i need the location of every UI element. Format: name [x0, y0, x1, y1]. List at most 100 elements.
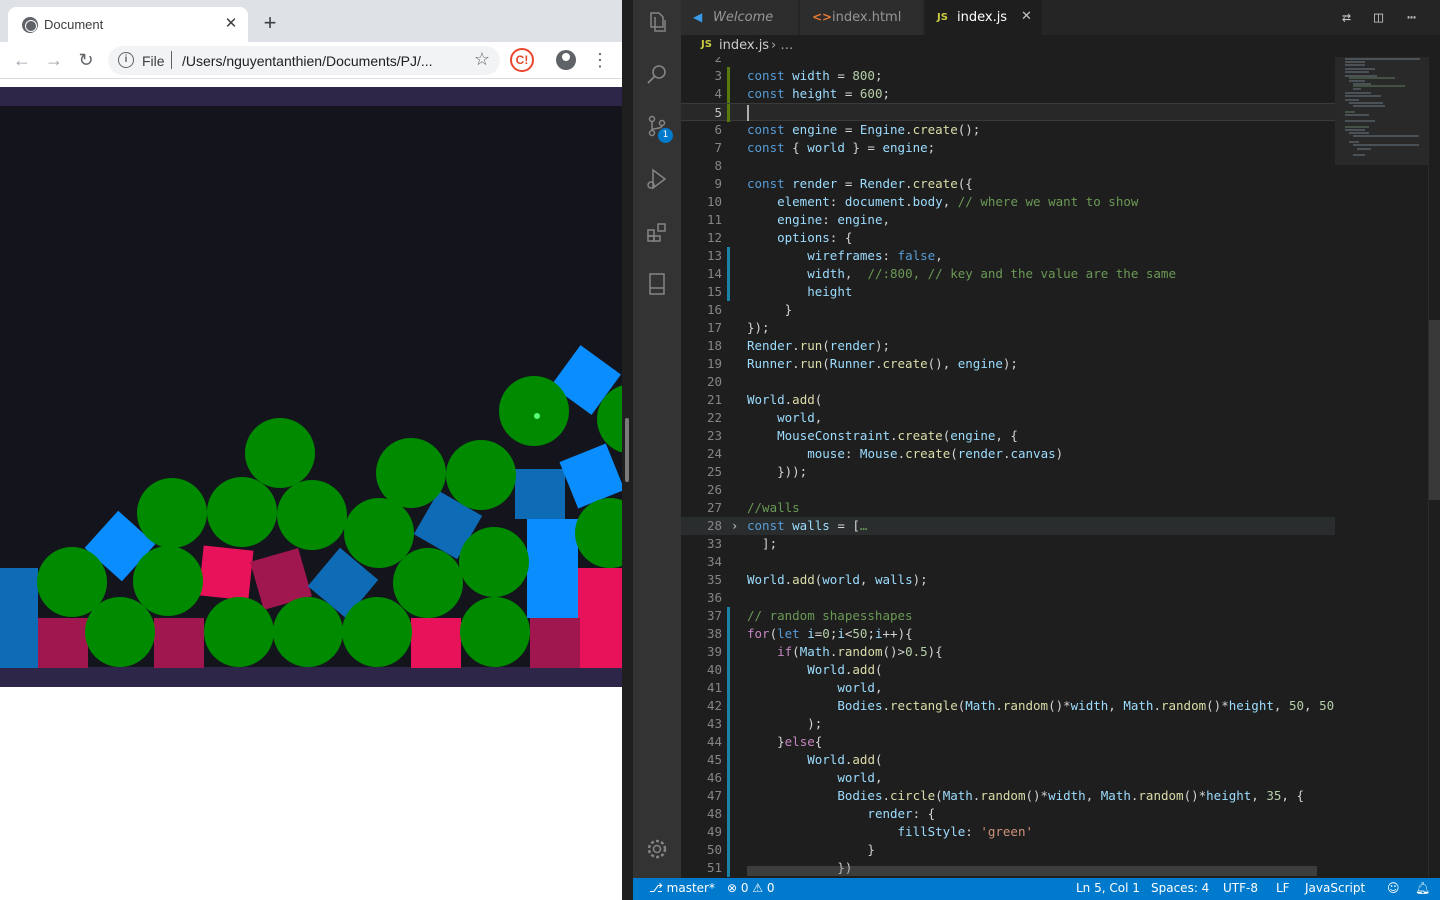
code-line[interactable]: 21 World.add(	[681, 391, 1335, 409]
code-line[interactable]: 25 }));	[681, 463, 1335, 481]
address-bar[interactable]: i File /Users/nguyentanthien/Documents/P…	[108, 46, 500, 75]
git-change-marker[interactable]	[727, 625, 730, 643]
code-line[interactable]: 22 world,	[681, 409, 1335, 427]
tab-index-html[interactable]: <> index.html	[800, 0, 924, 35]
language-mode[interactable]: JavaScript	[1305, 881, 1365, 895]
splitter-grip[interactable]	[625, 418, 629, 482]
git-change-marker[interactable]	[727, 643, 730, 661]
encoding-status[interactable]: UTF-8	[1223, 881, 1258, 895]
more-actions-icon[interactable]: ⋯	[1407, 8, 1416, 26]
code-line[interactable]: 42 Bodies.rectangle(Math.random()*width,…	[681, 697, 1335, 715]
code-line[interactable]: 15 height	[681, 283, 1335, 301]
code-line[interactable]: 38 for(let i=0;i<50;i++){	[681, 625, 1335, 643]
code-line[interactable]: 16 }	[681, 301, 1335, 319]
git-change-marker[interactable]	[727, 823, 730, 841]
code-line[interactable]: 17});	[681, 319, 1335, 337]
code-line[interactable]: 41 world,	[681, 679, 1335, 697]
remote-explorer-icon[interactable]	[645, 272, 669, 296]
code-line[interactable]: 20	[681, 373, 1335, 391]
info-icon[interactable]: i	[118, 52, 134, 68]
extension-icon[interactable]: C!	[510, 48, 534, 72]
scrollbar-thumb[interactable]	[1429, 320, 1440, 500]
feedback-icon[interactable]: ☺	[1387, 881, 1400, 895]
code-line[interactable]: 5	[681, 103, 1335, 122]
git-change-marker[interactable]	[727, 787, 730, 805]
code-line[interactable]: 9 const render = Render.create({	[681, 175, 1335, 193]
run-debug-icon[interactable]	[645, 167, 669, 191]
fold-chevron-icon[interactable]: ›	[731, 517, 738, 535]
code-line[interactable]: 10 element: document.body, // where we w…	[681, 193, 1335, 211]
git-change-marker[interactable]	[727, 715, 730, 733]
problems-status[interactable]: ⊗ 0 ⚠ 0	[727, 881, 775, 895]
new-tab-button[interactable]: +	[258, 12, 282, 36]
code-line[interactable]: 34	[681, 553, 1335, 571]
url-text[interactable]: /Users/nguyentanthien/Documents/PJ/...	[182, 53, 433, 69]
forward-arrow-icon[interactable]: →	[42, 48, 66, 72]
code-line[interactable]: 49 fillStyle: 'green'	[681, 823, 1335, 841]
code-line[interactable]: 23 MouseConstraint.create(engine, {	[681, 427, 1335, 445]
compare-changes-icon[interactable]: ⇄	[1342, 8, 1351, 26]
code-line[interactable]: 50 }	[681, 841, 1335, 859]
git-change-marker[interactable]	[727, 283, 730, 301]
horizontal-scrollbar[interactable]	[747, 866, 1317, 876]
code-line[interactable]: 37 // random shapesshapes	[681, 607, 1335, 625]
code-line[interactable]: 48 render: {	[681, 805, 1335, 823]
minimap[interactable]	[1335, 57, 1428, 878]
code-line[interactable]: 28 › const walls = […	[681, 517, 1335, 535]
git-change-marker[interactable]	[727, 805, 730, 823]
code-line[interactable]: 4 const height = 600;	[681, 85, 1335, 103]
branch-status[interactable]: ⎇ master*	[649, 881, 715, 895]
git-change-marker[interactable]	[727, 265, 730, 283]
breadcrumb-symbol[interactable]: › …	[771, 38, 793, 53]
code-line[interactable]: 8	[681, 157, 1335, 175]
code-line[interactable]: 36	[681, 589, 1335, 607]
vertical-scrollbar[interactable]	[1428, 57, 1440, 878]
code-line[interactable]: 47 Bodies.circle(Math.random()*width, Ma…	[681, 787, 1335, 805]
git-change-marker[interactable]	[727, 104, 730, 122]
code-line[interactable]: 44 }else{	[681, 733, 1335, 751]
git-change-marker[interactable]	[727, 607, 730, 625]
search-icon[interactable]	[645, 62, 669, 86]
code-line[interactable]: 35 World.add(world, walls);	[681, 571, 1335, 589]
code-line[interactable]: 13 wireframes: false,	[681, 247, 1335, 265]
git-change-marker[interactable]	[727, 769, 730, 787]
tab-welcome[interactable]: ◀ Welcome	[681, 0, 799, 35]
cursor-position[interactable]: Ln 5, Col 1	[1076, 881, 1140, 895]
code-line[interactable]: 11 engine: engine,	[681, 211, 1335, 229]
git-change-marker[interactable]	[727, 85, 730, 103]
breadcrumb-file[interactable]: index.js	[719, 38, 769, 53]
code-line[interactable]: 18 Render.run(render);	[681, 337, 1335, 355]
profile-avatar-icon[interactable]	[556, 50, 576, 70]
window-splitter[interactable]	[622, 0, 633, 900]
reload-icon[interactable]: ↻	[74, 48, 98, 72]
code-line[interactable]: 7 const { world } = engine;	[681, 139, 1335, 157]
code-line[interactable]: 14 width, //:800, // key and the value a…	[681, 265, 1335, 283]
bookmark-star-icon[interactable]: ☆	[474, 49, 490, 70]
physics-scene[interactable]	[0, 87, 622, 687]
code-line[interactable]: 3 const width = 800;	[681, 67, 1335, 85]
extensions-icon[interactable]	[645, 220, 669, 244]
gear-icon[interactable]	[645, 837, 669, 861]
matter-canvas[interactable]	[0, 87, 622, 687]
code-line[interactable]: 45 World.add(	[681, 751, 1335, 769]
browser-tab[interactable]: Document ✕	[8, 7, 248, 42]
git-change-marker[interactable]	[727, 697, 730, 715]
split-editor-icon[interactable]: ◫	[1374, 8, 1383, 26]
code-line[interactable]: 40 World.add(	[681, 661, 1335, 679]
explorer-icon[interactable]	[645, 10, 669, 34]
browser-menu-icon[interactable]: ⋮	[590, 48, 610, 72]
close-icon[interactable]: ✕	[1021, 9, 1032, 24]
code-line[interactable]: 26	[681, 481, 1335, 499]
eol-status[interactable]: LF	[1276, 881, 1290, 895]
code-line[interactable]: 33 ];	[681, 535, 1335, 553]
code-line[interactable]: 6 const engine = Engine.create();	[681, 121, 1335, 139]
git-change-marker[interactable]	[727, 679, 730, 697]
git-change-marker[interactable]	[727, 247, 730, 265]
code-editor[interactable]: 2 3 const width = 800; 4 const height = 600;…	[681, 57, 1335, 878]
code-line[interactable]: 39 if(Math.random()>0.5){	[681, 643, 1335, 661]
git-change-marker[interactable]	[727, 751, 730, 769]
code-line[interactable]: 46 world,	[681, 769, 1335, 787]
tab-index-js[interactable]: JS index.js ✕	[925, 0, 1043, 35]
back-arrow-icon[interactable]: ←	[10, 48, 34, 72]
git-change-marker[interactable]	[727, 733, 730, 751]
